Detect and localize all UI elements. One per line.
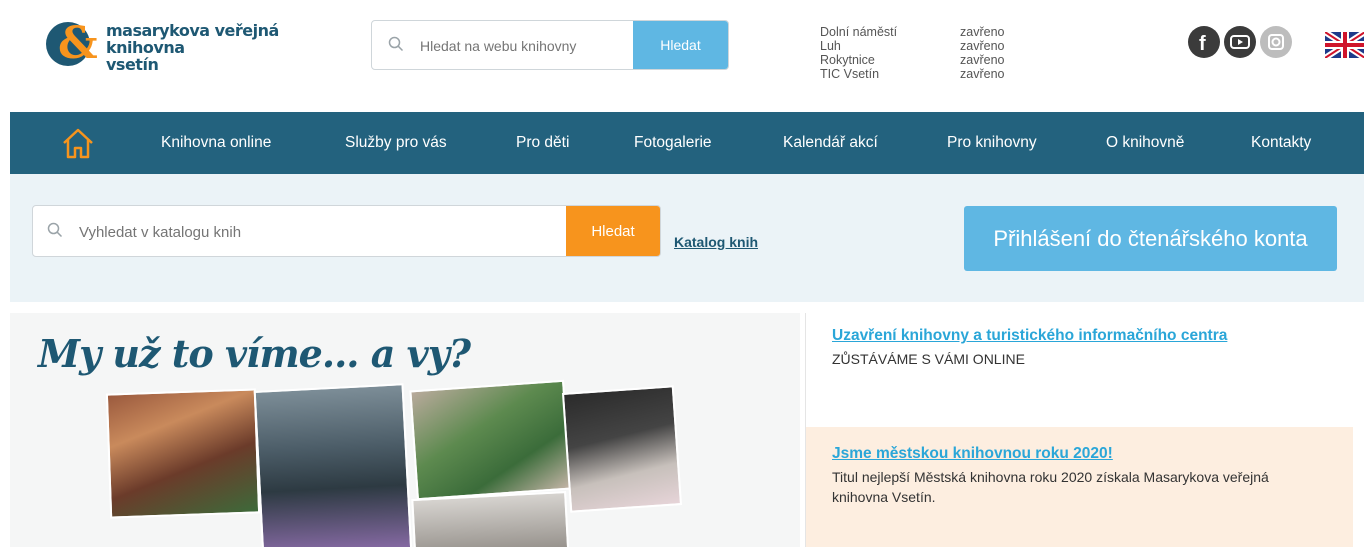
photo-librarians	[105, 388, 261, 519]
catalog-search-box: Hledat	[32, 205, 661, 257]
hours-row: Dolní náměstí zavřeno	[820, 25, 1040, 39]
nav-kontakty[interactable]: Kontakty	[1251, 112, 1311, 174]
library-logo[interactable]: & masarykova veřejná knihovna vsetín	[44, 12, 344, 74]
web-search-input[interactable]	[418, 21, 632, 69]
nav-knihovna-online[interactable]: Knihovna online	[161, 112, 271, 174]
photo-reader-with-book	[253, 383, 413, 547]
youtube-icon[interactable]	[1224, 26, 1256, 58]
catalog-search-input[interactable]	[77, 206, 561, 256]
instagram-icon[interactable]	[1260, 26, 1292, 58]
nav-pro-deti[interactable]: Pro děti	[516, 112, 569, 174]
branch-name: Luh	[820, 39, 841, 53]
web-search-button[interactable]: Hledat	[633, 21, 728, 69]
news-item: Uzavření knihovny a turistického informa…	[806, 313, 1353, 413]
news-panel: Uzavření knihovny a turistického informa…	[805, 313, 1353, 547]
search-icon	[388, 36, 404, 52]
logo-ampersand-icon: &	[46, 18, 98, 69]
branch-status: zavřeno	[960, 53, 1005, 67]
hours-row: Rokytnice zavřeno	[820, 53, 1040, 67]
branch-status: zavřeno	[960, 67, 1005, 81]
svg-text:&: &	[58, 18, 98, 69]
news-title-link[interactable]: Uzavření knihovny a turistického informa…	[832, 327, 1327, 345]
reader-account-login-button[interactable]: Přihlášení do čtenářského konta	[964, 206, 1337, 271]
branch-name: Rokytnice	[820, 53, 875, 67]
opening-status: Dolní náměstí zavřeno Luh zavřeno Rokytn…	[820, 25, 1040, 81]
logo-line1: masarykova veřejná knihovna	[106, 21, 279, 57]
social-links: f	[1188, 26, 1292, 58]
branch-status: zavřeno	[960, 25, 1005, 39]
hours-row: Luh zavřeno	[820, 39, 1040, 53]
catalog-search-band: Hledat Katalog knih Přihlášení do čtenář…	[10, 174, 1364, 302]
catalog-search-button[interactable]: Hledat	[566, 206, 660, 256]
news-title-link[interactable]: Jsme městskou knihovnou roku 2020!	[832, 445, 1327, 463]
photo-painted-hands	[409, 379, 572, 501]
main-navigation: Knihovna online Služby pro vás Pro děti …	[10, 112, 1364, 174]
branch-name: Dolní náměstí	[820, 25, 898, 39]
nav-kalendar-akci[interactable]: Kalendář akcí	[783, 112, 878, 174]
svg-text:f: f	[1199, 33, 1206, 55]
photo-crafts	[561, 385, 683, 513]
hero-title: My už to víme... a vy?	[38, 331, 471, 376]
uk-flag-icon[interactable]	[1325, 32, 1364, 58]
branch-name: TIC Vsetín	[820, 67, 880, 81]
nav-sluzby-pro-vas[interactable]: Služby pro vás	[345, 112, 447, 174]
logo-line2: vsetín	[106, 55, 159, 74]
photo-collage	[105, 379, 683, 547]
hero-banner[interactable]: My už to víme... a vy?	[10, 313, 800, 547]
web-search-box: Hledat	[371, 20, 729, 70]
home-icon[interactable]	[60, 126, 96, 160]
news-text: Titul nejlepší Městská knihovna roku 202…	[832, 469, 1269, 505]
catalog-link[interactable]: Katalog knih	[674, 234, 758, 250]
search-icon	[47, 222, 63, 238]
nav-fotogalerie[interactable]: Fotogalerie	[634, 112, 712, 174]
hours-row: TIC Vsetín zavřeno	[820, 67, 1040, 81]
site-header: & masarykova veřejná knihovna vsetín Hle…	[0, 0, 1364, 112]
facebook-icon[interactable]: f	[1188, 26, 1220, 58]
news-item-highlighted: Jsme městskou knihovnou roku 2020! Titul…	[806, 427, 1353, 547]
news-text: ZŮSTÁVÁME S VÁMI ONLINE	[832, 351, 1025, 367]
photo-room	[411, 490, 570, 547]
nav-pro-knihovny[interactable]: Pro knihovny	[947, 112, 1037, 174]
branch-status: zavřeno	[960, 39, 1005, 53]
nav-o-knihovne[interactable]: O knihovně	[1106, 112, 1184, 174]
